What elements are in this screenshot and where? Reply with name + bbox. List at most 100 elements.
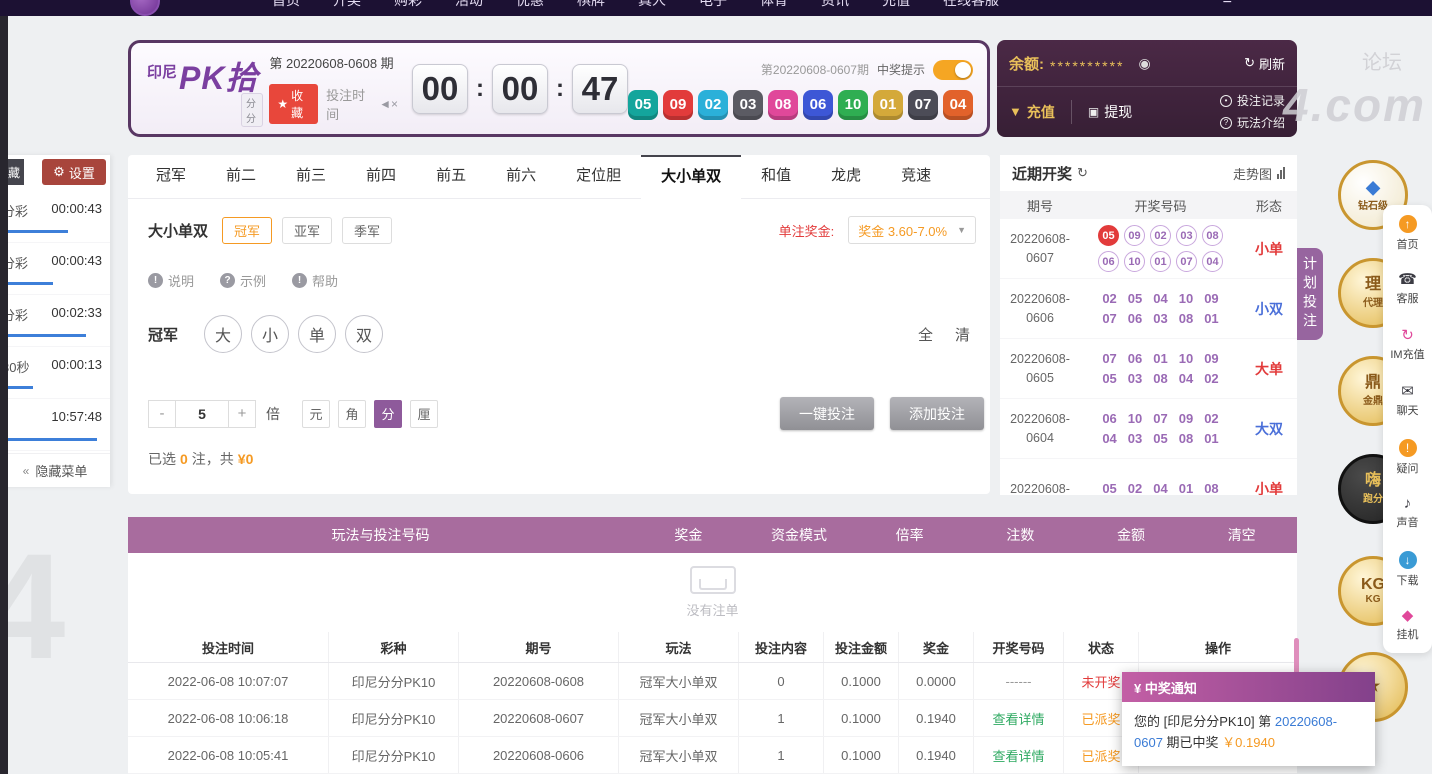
unit-button[interactable]: 分 xyxy=(374,400,402,428)
draw-shape: 小单 xyxy=(1241,459,1297,495)
nav-item[interactable]: 开奖 xyxy=(333,0,361,10)
question-icon: ? xyxy=(1220,117,1232,129)
eye-icon[interactable]: ◉ xyxy=(1138,55,1150,72)
helper-link[interactable]: !说明 xyxy=(148,271,194,290)
float-item-IM充值[interactable]: ↻IM充值 xyxy=(1383,317,1432,373)
nav-item[interactable]: 体育 xyxy=(760,0,788,10)
lottery-item[interactable]: 分彩00:02:33 xyxy=(0,295,110,347)
nav-item[interactable]: 电子 xyxy=(699,0,727,10)
tab-11[interactable]: 竞速 xyxy=(881,155,951,199)
bonus-select[interactable]: 奖金 3.60-7.0% ▼ xyxy=(848,216,976,244)
order-cell: 冠军大小单双 xyxy=(618,663,738,699)
amount-minus-button[interactable]: - xyxy=(148,400,176,428)
draw-number: 07 xyxy=(1102,311,1116,326)
float-item-疑问[interactable]: !疑问 xyxy=(1383,429,1432,485)
float-item-客服[interactable]: ☎客服 xyxy=(1383,261,1432,317)
bet-option[interactable]: 单 xyxy=(298,315,336,353)
medal-label: 金鼎 xyxy=(1363,392,1383,407)
float-item-挂机[interactable]: ◆挂机 xyxy=(1383,597,1432,653)
win-tip-toggle[interactable] xyxy=(933,60,973,80)
orders-header-cell: 状态 xyxy=(1063,632,1138,662)
favorite-button[interactable]: ★收藏 xyxy=(269,84,318,124)
tab-10[interactable]: 龙虎 xyxy=(811,155,881,199)
add-bet-button[interactable]: 添加投注 xyxy=(890,397,984,430)
nav-item[interactable]: 购彩 xyxy=(394,0,422,10)
draw-number: 06 xyxy=(1128,351,1142,366)
tab-9[interactable]: 和值 xyxy=(741,155,811,199)
helper-link[interactable]: ?示例 xyxy=(220,271,266,290)
clear-button[interactable]: 清 xyxy=(955,324,970,345)
draw-number: 08 xyxy=(1204,481,1218,495)
nav-item[interactable]: 在线客服 xyxy=(943,0,999,10)
draw-detail-link[interactable]: 查看详情 xyxy=(973,737,1063,773)
lottery-item[interactable]: 分彩00:00:43 xyxy=(0,243,110,295)
refresh-button[interactable]: ↻刷新 xyxy=(1244,54,1285,73)
menu-icon[interactable]: ≡ xyxy=(1223,0,1232,9)
nav-item[interactable]: 优惠 xyxy=(516,0,544,10)
selected-mid: 注，共 xyxy=(192,449,234,469)
nav-item[interactable]: 棋牌 xyxy=(577,0,605,10)
声音-icon: ♪ xyxy=(1404,496,1412,511)
lottery-item[interactable]: 10:57:48 xyxy=(0,399,110,451)
position-button[interactable]: 季军 xyxy=(342,217,392,244)
withdraw-button[interactable]: ▣提现 xyxy=(1088,102,1132,122)
draw-number: 01 xyxy=(1204,431,1218,446)
watermark-site: 4.com xyxy=(1283,78,1426,132)
bet-record-link[interactable]: •投注记录 xyxy=(1220,92,1285,109)
medal-icon: 嗨 xyxy=(1365,473,1381,489)
brand-logo-icon[interactable] xyxy=(130,0,160,16)
draw-detail-link[interactable]: 查看详情 xyxy=(973,700,1063,736)
tab-3[interactable]: 前三 xyxy=(276,155,346,199)
nav-item[interactable]: 资讯 xyxy=(821,0,849,10)
bet-option[interactable]: 小 xyxy=(251,315,289,353)
refresh-icon[interactable]: ↻ xyxy=(1077,165,1088,181)
mute-icon[interactable]: ◄× xyxy=(379,97,398,111)
tab-8[interactable]: 大小单双 xyxy=(641,155,741,199)
tab-2[interactable]: 前二 xyxy=(206,155,276,199)
recent-draws-panel: 近期开奖 ↻ 走势图 期号 开奖号码 形态 20220608-060705090… xyxy=(1000,155,1297,495)
lottery-item[interactable]: 分彩00:00:43 xyxy=(0,191,110,243)
game-header-card: 印尼 PK拾 分分 第 20220608-0608 期 ★收藏 投注时间 ◄× … xyxy=(128,40,990,137)
nav-item[interactable]: 活动 xyxy=(455,0,483,10)
float-item-下载[interactable]: ↓下载 xyxy=(1383,541,1432,597)
recharge-button[interactable]: ▼充值 xyxy=(1009,102,1055,122)
draw-number: 05 xyxy=(1102,371,1116,386)
quick-bet-button[interactable]: 一键投注 xyxy=(780,397,874,430)
bet-option[interactable]: 大 xyxy=(204,315,242,353)
nav-item[interactable]: 充值 xyxy=(882,0,910,10)
unit-button[interactable]: 元 xyxy=(302,400,330,428)
nav-item[interactable]: 首页 xyxy=(272,0,300,10)
notify-title[interactable]: ¥ 中奖通知 xyxy=(1122,672,1375,702)
draw-ball: 05 xyxy=(1098,225,1119,246)
position-button[interactable]: 亚军 xyxy=(282,217,332,244)
lottery-item[interactable]: 30秒00:00:13 xyxy=(0,347,110,399)
float-item-声音[interactable]: ♪声音 xyxy=(1383,485,1432,541)
amount-value[interactable]: 5 xyxy=(176,400,228,428)
clock-icon: • xyxy=(1220,95,1232,107)
tab-5[interactable]: 前五 xyxy=(416,155,486,199)
unit-button[interactable]: 角 xyxy=(338,400,366,428)
draw-numbers: 02050410090706030801 xyxy=(1080,279,1241,338)
tab-1[interactable]: 冠军 xyxy=(136,155,206,199)
orders-header-cell: 投注时间 xyxy=(128,632,328,662)
helper-link[interactable]: !帮助 xyxy=(292,271,338,290)
draw-number: 09 xyxy=(1179,411,1193,426)
float-item-聊天[interactable]: ✉聊天 xyxy=(1383,373,1432,429)
settings-button[interactable]: ⚙ 设置 xyxy=(42,159,106,185)
position-button[interactable]: 冠军 xyxy=(222,217,272,244)
nav-item[interactable]: 真人 xyxy=(638,0,666,10)
play-intro-link[interactable]: ?玩法介绍 xyxy=(1220,114,1285,131)
tab-6[interactable]: 前六 xyxy=(486,155,556,199)
tab-7[interactable]: 定位胆 xyxy=(556,155,641,199)
selected-summary: 已选 0 注，共 ¥0 xyxy=(148,449,253,469)
slip-column[interactable]: 清空 xyxy=(1186,525,1297,545)
unit-button[interactable]: 厘 xyxy=(410,400,438,428)
amount-plus-button[interactable]: + xyxy=(228,400,256,428)
trend-chart-link[interactable]: 走势图 xyxy=(1233,164,1285,183)
bet-option[interactable]: 双 xyxy=(345,315,383,353)
select-all-button[interactable]: 全 xyxy=(918,324,933,345)
tab-4[interactable]: 前四 xyxy=(346,155,416,199)
float-item-首页[interactable]: ↑首页 xyxy=(1383,205,1432,261)
hide-menu-button[interactable]: « 隐藏菜单 xyxy=(0,453,110,487)
plan-bet-tab[interactable]: 计划投注 xyxy=(1297,248,1323,340)
